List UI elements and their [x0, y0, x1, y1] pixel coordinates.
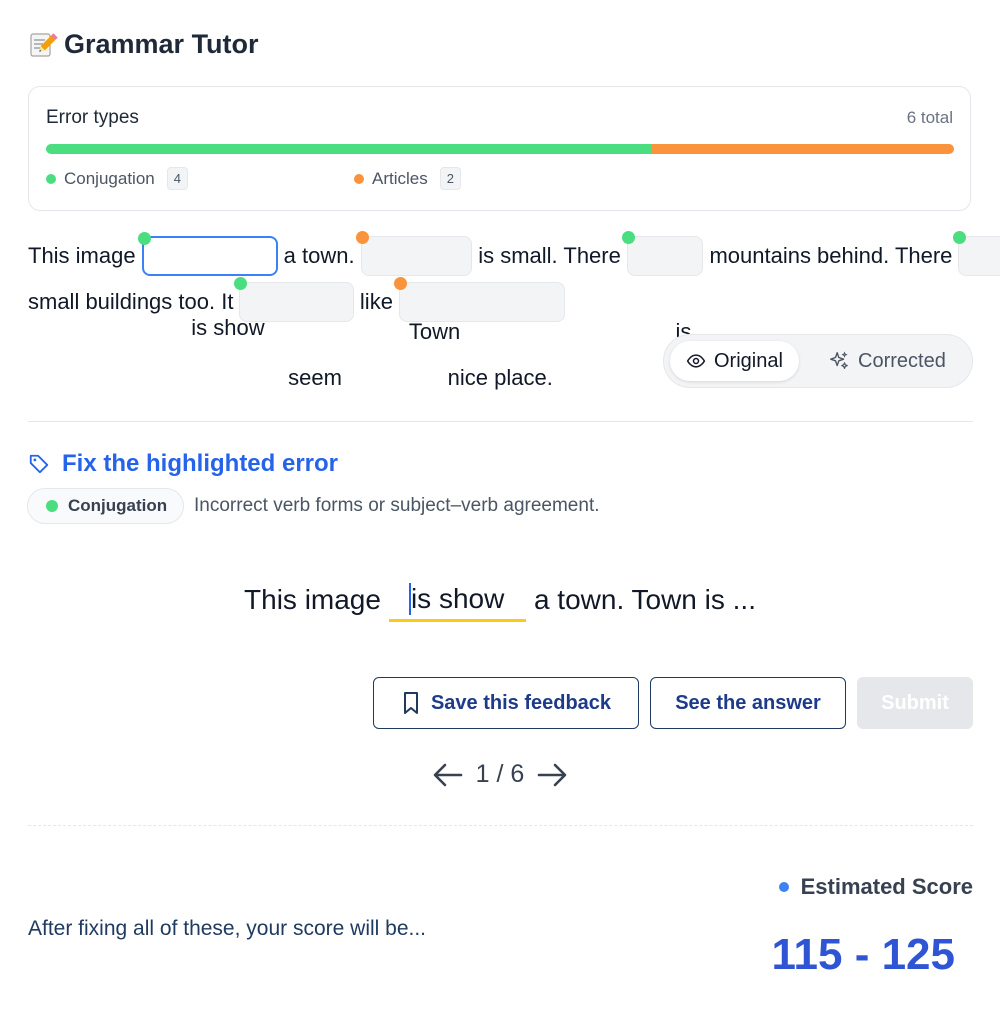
view-toggle: Original Corrected [663, 334, 973, 388]
passage-line: This image is show a town. Town is small… [28, 231, 1000, 344]
score-divider [28, 825, 973, 826]
error-chip[interactable]: is [953, 231, 1000, 276]
score-note: After fixing all of these, your score wi… [28, 917, 427, 940]
app-title-text: Grammar Tutor [64, 28, 259, 59]
error-distribution-bar [46, 144, 954, 154]
memo-pencil-icon [30, 33, 58, 57]
fix-title: Fix the highlighted error [62, 450, 339, 477]
error-chip[interactable]: is show [137, 232, 278, 340]
error-chip-text: seem [288, 365, 342, 390]
exercise-sentence: This image is show a town. Town is ... [0, 578, 1000, 622]
error-chip[interactable]: seem [234, 277, 354, 390]
score-label: Estimated Score [778, 874, 973, 900]
error-types-title: Error types [46, 107, 139, 128]
articles-dot-icon [354, 173, 364, 184]
bookmark-icon [403, 692, 418, 714]
save-feedback-label: Save this feedback [430, 691, 612, 714]
passage-text: This image [28, 243, 136, 268]
score-value: 115 - 125 [771, 930, 956, 979]
conjugation-dot-icon [621, 231, 635, 244]
legend-articles[interactable]: Articles 2 [354, 167, 461, 190]
answer-input[interactable]: is show [388, 579, 526, 622]
passage-text: mountains behind. There [709, 243, 953, 268]
score-dot-icon [778, 882, 789, 892]
category-pill: Conjugation [27, 488, 185, 524]
articles-dot-icon [355, 231, 369, 244]
conjugation-dot-icon [953, 231, 967, 244]
category-description: Incorrect verb forms or subject–verb agr… [194, 495, 600, 516]
page-indicator: 1 / 6 [475, 760, 525, 788]
toggle-original[interactable]: Original [670, 341, 799, 381]
count-badge: 4 [166, 167, 188, 190]
articles-dot-icon [393, 277, 407, 290]
section-divider [28, 421, 973, 422]
category-name: Conjugation [68, 496, 168, 515]
score-label-text: Estimated Score [800, 874, 973, 899]
see-answer-label: See the answer [675, 691, 821, 714]
legend-label: Articles [372, 168, 428, 188]
essay-passage: This image is show a town. Town is small… [28, 231, 1000, 390]
error-chip[interactable]: Town [355, 231, 473, 344]
legend-conjugation[interactable]: Conjugation 4 [46, 167, 188, 190]
arrow-right-icon[interactable] [536, 761, 568, 789]
toggle-corrected[interactable]: Corrected [812, 341, 962, 381]
error-chip-text: nice place. [447, 365, 553, 390]
conjugation-dot-icon [234, 277, 248, 290]
conjugation-dot-icon [46, 173, 56, 184]
toggle-original-label: Original [714, 349, 783, 372]
error-total: 6 total [906, 108, 953, 127]
eye-icon [686, 354, 706, 368]
bar-segment-articles [651, 144, 954, 154]
error-chip[interactable]: is [621, 231, 704, 344]
submit-button[interactable]: Submit [857, 677, 973, 729]
conjugation-dot-icon [46, 500, 58, 512]
see-answer-button[interactable]: See the answer [650, 677, 846, 729]
conjugation-dot-icon [137, 232, 151, 245]
tag-icon [29, 454, 49, 474]
bar-segment-conjugation [46, 144, 652, 154]
legend-label: Conjugation [64, 168, 155, 188]
error-types-card: Error types 6 total Conjugation 4 Articl… [28, 86, 971, 211]
exercise-after: a town. Town is ... [533, 584, 756, 615]
save-feedback-button[interactable]: Save this feedback [373, 677, 639, 729]
answer-input-value: is show [410, 582, 505, 614]
arrow-left-icon[interactable] [432, 761, 464, 789]
passage-text: is small. There [478, 243, 621, 268]
exercise-before: This image [244, 584, 381, 615]
fix-header: Fix the highlighted error [28, 450, 338, 478]
app-title: Grammar Tutor [28, 24, 259, 64]
sparkles-icon [830, 351, 848, 369]
error-chip[interactable]: nice place. [393, 277, 565, 390]
count-badge: 2 [439, 167, 461, 190]
submit-label: Submit [881, 691, 949, 714]
pager: 1 / 6 [0, 760, 1000, 789]
toggle-corrected-label: Corrected [858, 349, 946, 372]
passage-text: a town. [283, 243, 355, 268]
